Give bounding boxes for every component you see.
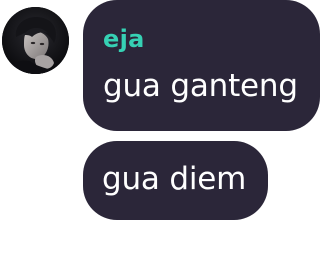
message-bubble[interactable]: eja gua ganteng bbox=[83, 0, 320, 131]
chat-thread: eja gua ganteng gua diem bbox=[0, 0, 320, 277]
profile-photo-image bbox=[2, 7, 69, 74]
message-bubble[interactable]: gua diem bbox=[83, 141, 268, 220]
avatar[interactable] bbox=[2, 7, 69, 74]
sender-name: eja bbox=[103, 25, 145, 53]
message-text: gua ganteng bbox=[103, 68, 298, 104]
message-text: gua diem bbox=[102, 161, 247, 197]
